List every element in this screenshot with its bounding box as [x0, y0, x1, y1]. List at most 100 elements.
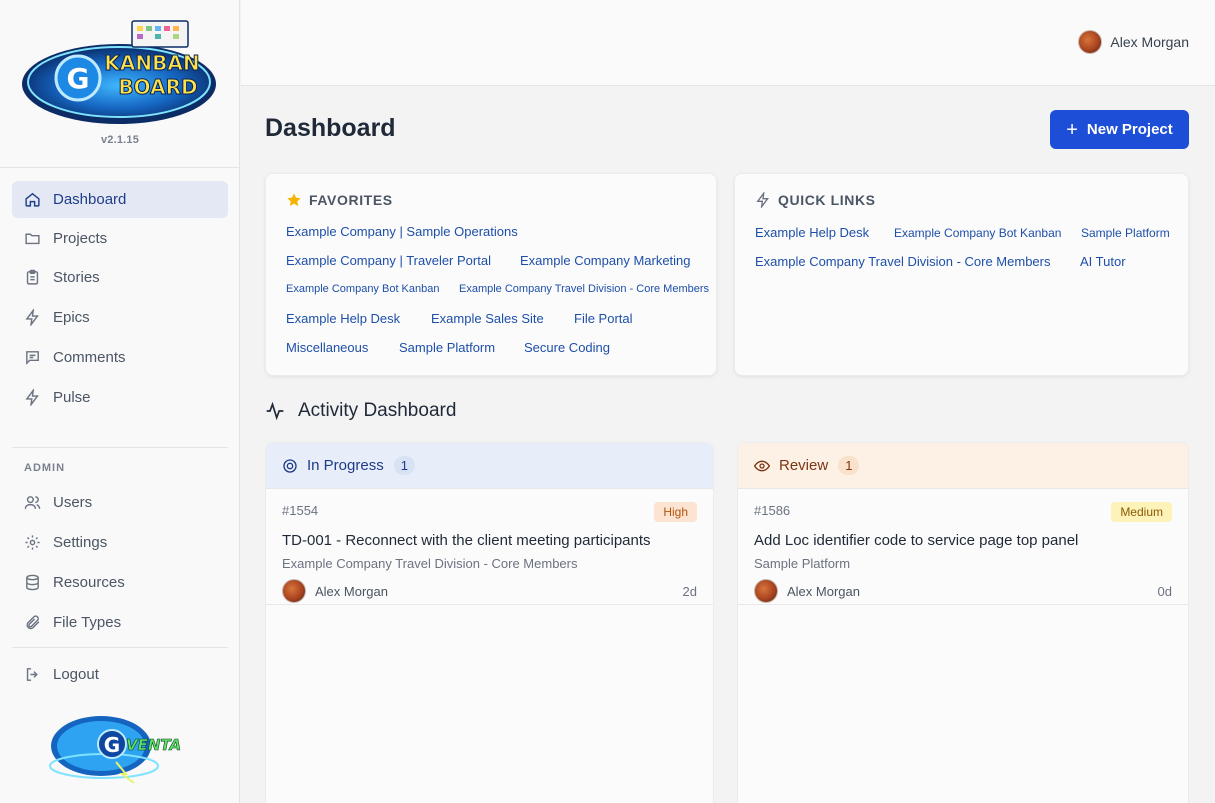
user-name: Alex Morgan	[1110, 34, 1189, 50]
quick-link[interactable]: Example Company Bot Kanban	[894, 226, 1061, 240]
bolt-icon	[756, 192, 769, 208]
avatar	[1078, 30, 1103, 54]
sidebar-item-label: Resources	[53, 574, 125, 591]
column-header: Review 1	[738, 443, 1188, 489]
sidebar-item-label: Settings	[53, 534, 108, 551]
assignee-name: Alex Morgan	[787, 583, 860, 599]
sidebar-divider	[12, 647, 228, 648]
sidebar-item-file-types[interactable]: File Types	[12, 604, 228, 641]
assignee-name: Alex Morgan	[315, 583, 388, 599]
user-menu[interactable]: Alex Morgan	[1078, 30, 1189, 54]
sidebar-item-label: Stories	[53, 269, 100, 286]
column-review: Review 1 #1586 Medium Add Loc identifier…	[737, 442, 1189, 803]
favorite-link[interactable]: Secure Coding	[524, 340, 610, 355]
logout-button[interactable]: Logout	[12, 656, 228, 693]
activity-title: Activity Dashboard	[265, 400, 456, 422]
favorite-link[interactable]: Example Sales Site	[431, 311, 544, 326]
sidebar-divider	[12, 447, 228, 448]
avatar	[754, 579, 778, 603]
quick-link[interactable]: Example Company Travel Division - Core M…	[755, 254, 1050, 269]
footer-logo-text: VENTA	[126, 736, 181, 754]
activity-icon	[266, 401, 284, 421]
favorite-link[interactable]: Miscellaneous	[286, 340, 368, 355]
sidebar-item-comments[interactable]: Comments	[12, 339, 228, 376]
sidebar-item-stories[interactable]: Stories	[12, 259, 228, 296]
bolt-icon	[24, 309, 41, 326]
task-assignee: Alex Morgan	[754, 579, 860, 603]
priority-badge: High	[654, 502, 697, 522]
favorite-link[interactable]: Example Company Marketing	[520, 253, 691, 268]
column-in-progress: In Progress 1 #1554 High TD-001 - Reconn…	[265, 442, 714, 803]
sidebar-item-label: Pulse	[53, 389, 91, 406]
task-title[interactable]: TD-001 - Reconnect with the client meeti…	[282, 532, 651, 549]
sidebar-item-label: Epics	[53, 309, 90, 326]
avatar	[282, 579, 306, 603]
priority-badge: Medium	[1111, 502, 1172, 522]
task-age: 2d	[682, 584, 697, 599]
users-icon	[24, 494, 41, 511]
quick-link[interactable]: Example Help Desk	[755, 225, 869, 240]
sidebar-item-epics[interactable]: Epics	[12, 299, 228, 336]
gventa-logo: G VENTA	[49, 716, 181, 784]
admin-section-label: ADMIN	[24, 462, 66, 474]
task-assignee: Alex Morgan	[282, 579, 388, 603]
kanban-board-logo[interactable]: G KANBAN BOARD	[20, 18, 218, 128]
favorites-header: FAVORITES	[286, 192, 393, 208]
logout-label: Logout	[53, 666, 99, 683]
favorite-link[interactable]: Example Company Bot Kanban	[286, 283, 439, 295]
quick-link[interactable]: Sample Platform	[1081, 226, 1170, 240]
database-icon	[24, 574, 41, 591]
sidebar-item-label: Users	[53, 494, 93, 511]
favorite-link[interactable]: Example Company Travel Division - Core M…	[459, 283, 709, 295]
task-id: #1554	[282, 503, 319, 518]
eye-icon	[754, 460, 770, 471]
bolt-icon	[24, 389, 41, 406]
sidebar-item-projects[interactable]: Projects	[12, 220, 228, 257]
new-project-button[interactable]: + New Project	[1050, 110, 1189, 149]
comment-icon	[24, 349, 41, 366]
sidebar-item-settings[interactable]: Settings	[12, 524, 228, 561]
folder-icon	[24, 230, 41, 247]
column-count-badge: 1	[838, 456, 860, 475]
column-count-badge: 1	[393, 456, 415, 475]
star-icon	[287, 193, 301, 207]
favorite-link[interactable]: Example Company | Traveler Portal	[286, 253, 491, 268]
task-card[interactable]: #1586 Medium Add Loc identifier code to …	[738, 490, 1188, 605]
quick-links-title: QUICK LINKS	[778, 192, 876, 208]
favorite-link[interactable]: File Portal	[574, 311, 633, 326]
logout-icon	[24, 666, 41, 683]
task-project: Sample Platform	[754, 556, 851, 571]
quick-links-header: QUICK LINKS	[755, 192, 876, 208]
clipboard-icon	[24, 269, 41, 286]
quick-link[interactable]: AI Tutor	[1080, 254, 1126, 269]
favorite-link[interactable]: Sample Platform	[399, 340, 495, 355]
column-header: In Progress 1	[266, 443, 713, 489]
paperclip-icon	[24, 614, 41, 631]
sidebar-item-dashboard[interactable]: Dashboard	[12, 181, 228, 218]
plus-icon: +	[1066, 118, 1078, 141]
app-version: v2.1.15	[100, 134, 140, 146]
favorite-link[interactable]: Example Company | Sample Operations	[286, 224, 518, 239]
logo-text-line1: KANBAN	[104, 51, 199, 75]
sidebar-item-resources[interactable]: Resources	[12, 564, 228, 601]
sidebar-item-label: Projects	[53, 230, 108, 247]
target-icon	[283, 458, 297, 473]
sidebar-item-users[interactable]: Users	[12, 484, 228, 521]
logo-text-line2: BOARD	[118, 75, 197, 99]
favorites-title: FAVORITES	[309, 192, 393, 208]
task-card[interactable]: #1554 High TD-001 - Reconnect with the c…	[266, 490, 713, 605]
activity-title-text: Activity Dashboard	[298, 400, 457, 421]
logo-letter: G	[67, 62, 90, 95]
task-age: 0d	[1157, 584, 1172, 599]
home-icon	[24, 191, 41, 208]
favorites-card: FAVORITES Example Company | Sample Opera…	[265, 173, 717, 376]
sidebar-item-label: Dashboard	[53, 191, 127, 208]
task-title[interactable]: Add Loc identifier code to service page …	[754, 532, 1078, 549]
sidebar-item-label: Comments	[53, 349, 126, 366]
quick-links-card: QUICK LINKS Example Help Desk Example Co…	[734, 173, 1189, 376]
task-id: #1586	[754, 503, 791, 518]
logo-area: G KANBAN BOARD v2.1.15	[0, 0, 239, 168]
sidebar-item-pulse[interactable]: Pulse	[12, 379, 228, 416]
favorite-link[interactable]: Example Help Desk	[286, 311, 400, 326]
task-project: Example Company Travel Division - Core M…	[282, 556, 578, 571]
